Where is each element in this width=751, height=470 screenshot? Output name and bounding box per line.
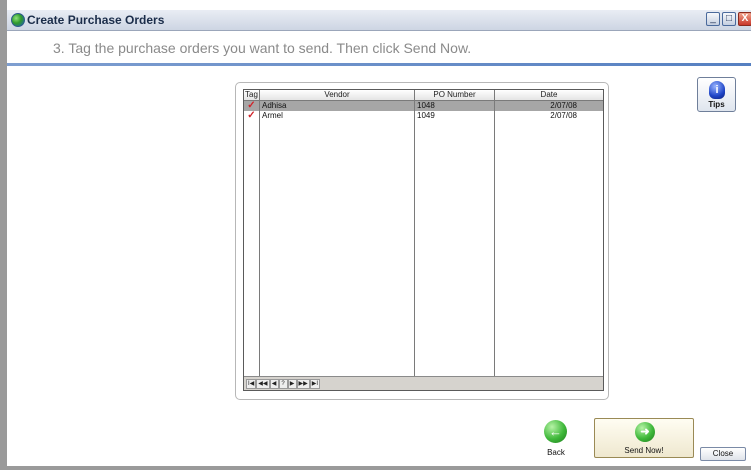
- vendor-cell[interactable]: Armel: [260, 111, 414, 121]
- tag-check-icon[interactable]: ✓: [247, 101, 255, 111]
- back-button-label[interactable]: Back: [540, 448, 572, 457]
- info-icon: i: [709, 81, 725, 99]
- po-number-cell[interactable]: 1048: [415, 101, 494, 111]
- send-now-label: Send Now!: [624, 446, 664, 455]
- prev-page-button[interactable]: ◀◀: [256, 378, 270, 389]
- title-bar: Create Purchase Orders _ □ X: [7, 10, 751, 31]
- app-globe-icon: [11, 13, 25, 27]
- first-record-button[interactable]: I◀: [246, 378, 257, 389]
- send-arrow-icon: ➜: [635, 422, 655, 442]
- help-button[interactable]: ?: [278, 378, 288, 389]
- tips-button[interactable]: i Tips: [697, 77, 736, 112]
- next-record-button[interactable]: ▶: [287, 378, 297, 389]
- tips-label: Tips: [708, 100, 725, 109]
- window-title: Create Purchase Orders: [27, 13, 165, 27]
- tag-column: Tag ✓ ✓: [244, 90, 260, 377]
- date-column: Date 2/07/08 2/07/08: [495, 90, 603, 377]
- maximize-button[interactable]: □: [722, 12, 736, 26]
- date-cell[interactable]: 2/07/08: [495, 101, 603, 111]
- purchase-order-grid[interactable]: Tag ✓ ✓ Vendor Adhisa Armel PO Number 10…: [243, 89, 604, 391]
- vendor-cell[interactable]: Adhisa: [260, 101, 414, 111]
- date-cell[interactable]: 2/07/08: [495, 111, 603, 121]
- vendor-column: Vendor Adhisa Armel: [260, 90, 415, 377]
- header-divider: [7, 63, 751, 66]
- table-row[interactable]: ✓: [244, 111, 259, 121]
- send-now-button[interactable]: ➜ Send Now!: [594, 418, 694, 458]
- column-header-date[interactable]: Date: [495, 90, 603, 101]
- last-record-button[interactable]: ▶I: [309, 378, 321, 389]
- column-header-po-number[interactable]: PO Number: [415, 90, 494, 101]
- record-navigator: I◀ ◀◀ ◀ ? ▶ ▶▶ ▶I: [244, 376, 603, 390]
- column-header-tag[interactable]: Tag: [244, 90, 259, 101]
- close-window-button[interactable]: X: [738, 12, 751, 26]
- po-number-cell[interactable]: 1049: [415, 111, 494, 121]
- back-arrow-icon[interactable]: ←: [544, 420, 567, 443]
- close-button[interactable]: Close: [700, 447, 746, 461]
- column-header-vendor[interactable]: Vendor: [260, 90, 414, 101]
- prev-record-button[interactable]: ◀: [269, 378, 279, 389]
- minimize-button[interactable]: _: [706, 12, 720, 26]
- tag-check-icon[interactable]: ✓: [247, 111, 255, 121]
- step-instruction: 3. Tag the purchase orders you want to s…: [53, 40, 472, 56]
- next-page-button[interactable]: ▶▶: [296, 378, 310, 389]
- po-number-column: PO Number 1048 1049: [415, 90, 495, 377]
- table-row[interactable]: ✓: [244, 101, 259, 111]
